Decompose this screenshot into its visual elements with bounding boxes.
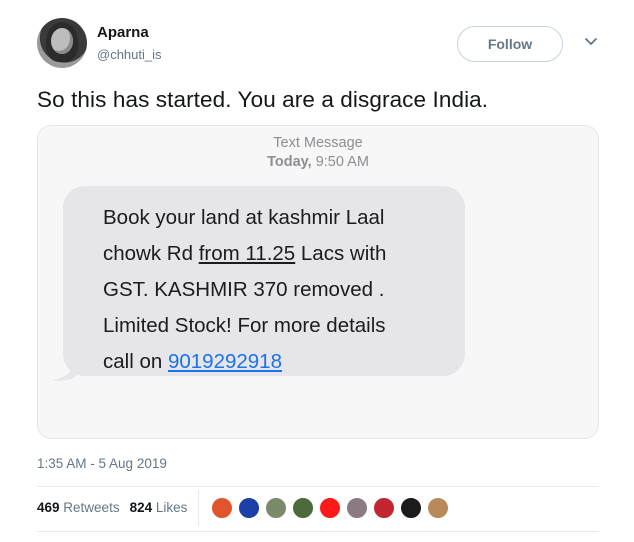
sms-text: chowk Rd — [103, 242, 199, 265]
tweet-text: So this has started. You are a disgrace … — [37, 87, 489, 112]
liker-avatar-2[interactable] — [237, 496, 261, 520]
liker-avatar-1[interactable] — [210, 496, 234, 520]
sms-line: Book your land at kashmir Laal — [103, 206, 385, 229]
sms-line: chowk Rd from 11.25 Lacs with — [103, 236, 447, 272]
sms-text: Lacs with — [295, 242, 387, 265]
tweet-timestamp[interactable]: 1:35 AM - 5 Aug 2019 — [37, 456, 167, 471]
liker-avatar-9[interactable] — [426, 496, 450, 520]
retweets-label: Retweets — [63, 500, 120, 515]
author-avatar[interactable] — [37, 18, 87, 68]
liker-avatar-8[interactable] — [399, 496, 423, 520]
follow-button[interactable]: Follow — [457, 26, 563, 62]
sms-header: Text Message Today, 9:50 AM — [38, 134, 598, 172]
sms-title: Text Message — [273, 135, 363, 151]
tweet-header: Aparna @chhuti_is Follow — [37, 18, 607, 70]
liker-avatar-4[interactable] — [291, 496, 315, 520]
likes-stat[interactable]: 824 Likes — [130, 500, 188, 515]
likes-count: 824 — [129, 500, 153, 515]
liker-avatar-5[interactable] — [318, 496, 342, 520]
divider — [37, 531, 599, 532]
avatar-face — [51, 28, 73, 54]
author-handle[interactable]: @chhuti_is — [97, 47, 162, 62]
sms-line: call on 9019292918 — [103, 344, 447, 380]
sms-phone-link[interactable]: 9019292918 — [168, 350, 282, 373]
retweets-stat[interactable]: 469 Retweets — [37, 500, 120, 515]
tweet-media-image[interactable]: Text Message Today, 9:50 AM Book your la… — [37, 125, 599, 439]
sms-time-day: Today, — [267, 154, 312, 170]
sms-text: call on — [103, 350, 168, 373]
retweets-count: 469 — [37, 500, 60, 515]
divider — [37, 486, 599, 487]
sms-price-underlined: from 11.25 — [198, 242, 296, 265]
sms-time-clock: 9:50 AM — [315, 154, 369, 170]
stats-separator — [198, 490, 199, 526]
liker-avatar-3[interactable] — [264, 496, 288, 520]
sms-line: GST. KASHMIR 370 removed . — [103, 278, 385, 301]
chevron-down-icon[interactable] — [583, 33, 599, 49]
liker-avatar-6[interactable] — [345, 496, 369, 520]
likes-label: Likes — [155, 500, 188, 515]
liker-avatar-7[interactable] — [372, 496, 396, 520]
author-name[interactable]: Aparna — [97, 24, 149, 41]
sms-time: Today, 9:50 AM — [38, 153, 598, 172]
tweet-stats: 469 Retweets 824 Likes — [37, 500, 187, 515]
sms-bubble: Book your land at kashmir Laal chowk Rd … — [63, 186, 465, 376]
sms-line: Limited Stock! For more details — [103, 314, 386, 337]
